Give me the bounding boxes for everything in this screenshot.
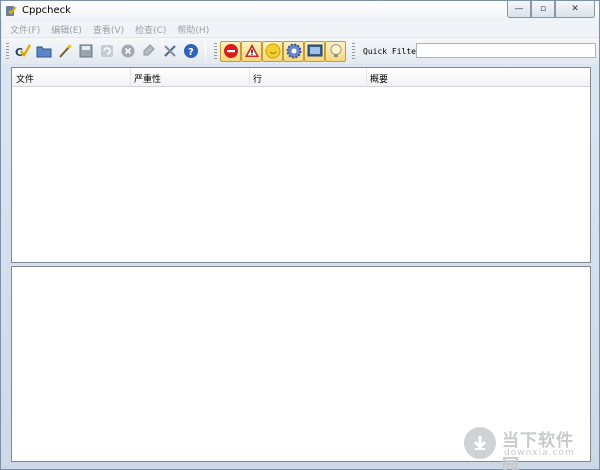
show-errors-toggle[interactable]: [220, 40, 241, 62]
menu-check[interactable]: 检查(C): [135, 23, 166, 36]
clear-button[interactable]: [138, 41, 159, 62]
show-warnings-toggle[interactable]: [241, 40, 262, 62]
column-divider[interactable]: [130, 68, 131, 87]
window-controls: — ▫ ✕: [507, 1, 595, 18]
maximize-button[interactable]: ▫: [531, 1, 555, 18]
show-portability-toggle[interactable]: [304, 40, 325, 62]
close-button[interactable]: ✕: [555, 1, 595, 18]
toolbar-grip[interactable]: [214, 43, 217, 59]
app-window: Cppcheck — ▫ ✕ 文件(F) 编辑(E) 查看(V) 检查(C) 帮…: [0, 0, 600, 470]
portability-icon: [307, 44, 322, 57]
toolbar-separator: [205, 42, 206, 60]
information-icon: [330, 44, 341, 57]
watermark-url: downxia.com: [504, 448, 575, 458]
stop-icon: [121, 44, 134, 58]
clear-icon: [143, 44, 155, 56]
column-header-file[interactable]: 文件: [16, 72, 34, 85]
window-title: Cppcheck: [22, 5, 71, 16]
menu-edit[interactable]: 编辑(E): [51, 23, 82, 36]
toolbar-grip[interactable]: [352, 43, 355, 59]
show-style-toggle[interactable]: [262, 40, 283, 62]
warning-icon: [244, 44, 259, 57]
recheck-button[interactable]: [96, 41, 117, 62]
performance-icon: [286, 43, 301, 59]
column-header-severity[interactable]: 严重性: [134, 72, 161, 85]
check-button[interactable]: C: [12, 41, 33, 62]
column-divider[interactable]: [366, 68, 367, 87]
style-icon: [265, 43, 280, 59]
error-icon: [223, 44, 238, 58]
column-header-summary[interactable]: 概要: [370, 72, 388, 85]
results-table[interactable]: 文件 严重性 行 概要: [11, 67, 591, 263]
column-header-line[interactable]: 行: [253, 72, 262, 85]
recheck-icon: [100, 45, 113, 57]
menu-file[interactable]: 文件(F): [10, 23, 40, 36]
table-header: 文件 严重性 行 概要: [12, 68, 590, 87]
watermark: 当下软件园 downxia.com: [464, 425, 590, 470]
minimize-button[interactable]: —: [507, 1, 531, 18]
title-bar[interactable]: Cppcheck — ▫ ✕: [1, 1, 599, 21]
open-folder-icon: [36, 46, 51, 58]
help-button[interactable]: ?: [180, 41, 201, 62]
menu-help[interactable]: 帮助(H): [177, 23, 209, 36]
toolbar: C ? Quick Filter:: [2, 38, 599, 64]
menu-view[interactable]: 查看(V): [93, 23, 124, 36]
toolbar-grip[interactable]: [6, 43, 9, 59]
open-button[interactable]: [33, 41, 54, 62]
save-icon: [79, 44, 92, 58]
column-divider[interactable]: [249, 68, 250, 87]
svg-text:?: ?: [188, 47, 194, 58]
help-icon: ?: [183, 44, 198, 58]
check-icon: C: [15, 44, 31, 59]
wizard-button[interactable]: [54, 41, 75, 62]
show-information-toggle[interactable]: [325, 40, 346, 62]
cppcheck-logo-icon: [6, 6, 17, 16]
quick-filter-input[interactable]: [416, 43, 596, 58]
settings-icon: [163, 45, 176, 57]
download-arrow-icon: [464, 427, 496, 459]
settings-button[interactable]: [159, 41, 180, 62]
show-performance-toggle[interactable]: [283, 40, 304, 62]
menu-bar: 文件(F) 编辑(E) 查看(V) 检查(C) 帮助(H): [2, 21, 599, 37]
save-button[interactable]: [75, 41, 96, 62]
wand-icon: [58, 44, 71, 58]
stop-button[interactable]: [117, 41, 138, 62]
